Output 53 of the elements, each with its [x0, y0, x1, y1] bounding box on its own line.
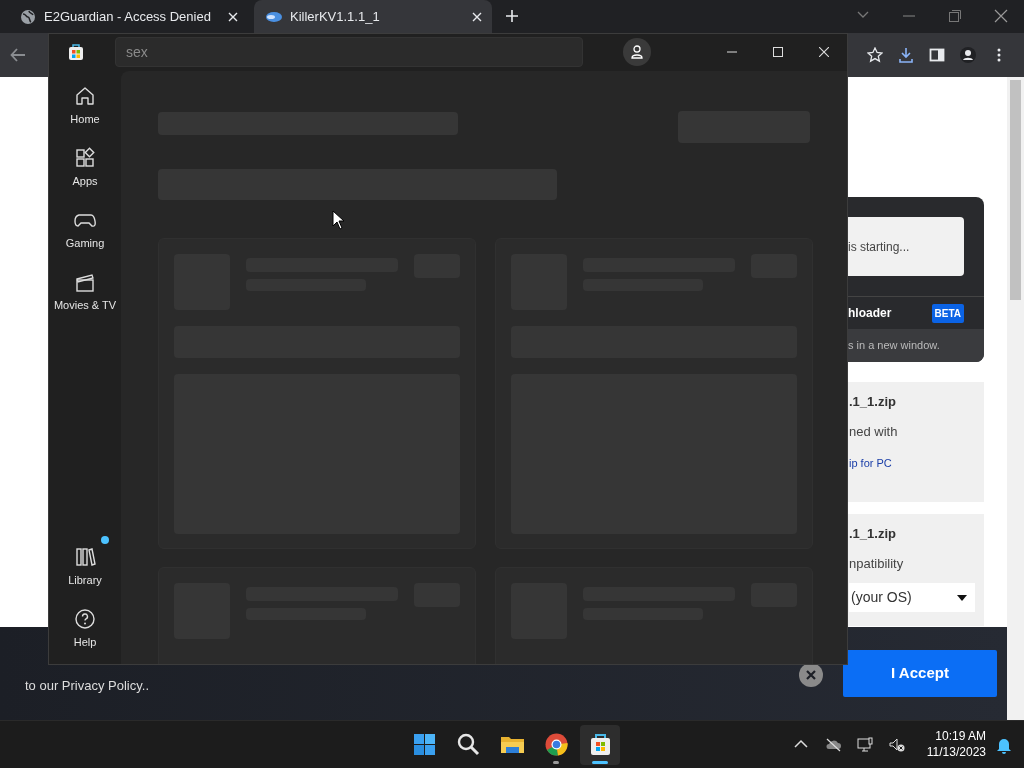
maximize-icon: [773, 47, 783, 58]
status-text: is starting...: [848, 238, 910, 256]
browser-tab[interactable]: KillerKV1.1.1_1: [254, 0, 492, 33]
description-text: npatibility: [849, 554, 905, 573]
star-icon[interactable]: [867, 47, 883, 63]
file-name: .1_1.zip: [849, 525, 897, 543]
cookie-text: to our Privacy Policy..: [25, 677, 150, 695]
globe-icon: [20, 8, 36, 25]
windows-logo-icon: [411, 732, 437, 757]
clock[interactable]: 10:19 AM 11/13/2023: [926, 728, 986, 761]
nav-item[interactable]: Library: [49, 536, 121, 598]
search-field[interactable]: sex: [115, 37, 583, 68]
home-icon: [74, 84, 96, 107]
close-icon[interactable]: [994, 9, 1008, 23]
file-name: .1_1.zip: [849, 393, 897, 411]
caret-icon: [957, 594, 967, 601]
speaker-muted-icon[interactable]: [888, 736, 905, 753]
close-button[interactable]: [799, 663, 823, 687]
cursor-icon: [332, 210, 345, 230]
close-icon: [819, 47, 829, 58]
help-icon: [74, 607, 96, 630]
download-icon[interactable]: [898, 47, 914, 63]
nav-item[interactable]: Help: [49, 598, 121, 660]
beta-label: BETA: [931, 303, 964, 323]
account-button[interactable]: [623, 38, 651, 67]
cloud-off-icon[interactable]: [824, 736, 841, 753]
nav-item[interactable]: Movies & TV: [49, 260, 121, 323]
nav-item[interactable]: Home: [49, 74, 121, 137]
downloader-label: hloader: [848, 305, 892, 322]
close-icon: [806, 670, 816, 680]
nav-item[interactable]: Gaming: [49, 198, 121, 261]
browser-tab[interactable]: E2Guardian - Access Denied: [10, 0, 248, 33]
books-icon: [74, 545, 96, 568]
nav-item[interactable]: Apps: [49, 136, 121, 199]
profile-icon[interactable]: [960, 47, 976, 63]
taskbar-app[interactable]: [580, 724, 620, 765]
browser-icon: [543, 732, 569, 757]
person-icon: [631, 45, 643, 60]
network-icon[interactable]: [856, 736, 873, 753]
description-text: ned with: [849, 422, 899, 441]
site-icon: [264, 10, 282, 23]
new-tab-icon[interactable]: [506, 10, 518, 22]
os-select[interactable]: (your OS): [849, 583, 975, 612]
note-text: s in a new window.: [848, 338, 940, 354]
shopping-bag-icon: [67, 43, 85, 62]
restore-icon[interactable]: [948, 9, 962, 23]
search-icon: [455, 732, 481, 757]
back-arrow-icon[interactable]: [10, 47, 26, 63]
accept-button[interactable]: I Accept: [843, 650, 997, 697]
scrollbar[interactable]: [1007, 77, 1024, 720]
side-panel-icon[interactable]: [929, 47, 945, 63]
download-link[interactable]: ip for PC: [849, 455, 984, 472]
apps-icon: [74, 146, 96, 169]
